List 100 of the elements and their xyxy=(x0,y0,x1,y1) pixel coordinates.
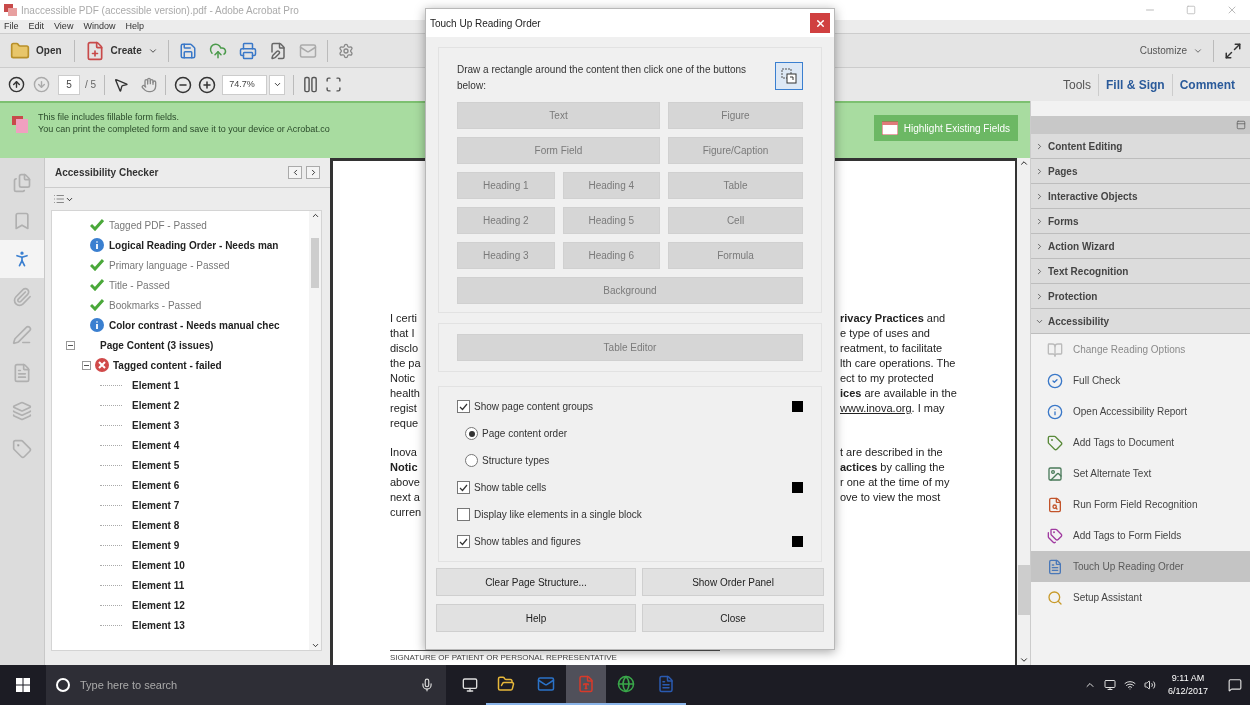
scrollbar-thumb[interactable] xyxy=(311,238,319,288)
tree-item[interactable]: Element 7 xyxy=(132,497,180,513)
tree-item[interactable]: Element 5 xyxy=(132,457,180,473)
scroll-mode-icon[interactable] xyxy=(302,76,320,93)
scrollbar[interactable] xyxy=(309,211,321,650)
task-view-icon[interactable] xyxy=(462,677,478,693)
checkbox[interactable] xyxy=(457,481,470,494)
tree-item[interactable]: Title - Passed xyxy=(109,277,170,293)
menu-item[interactable]: File xyxy=(4,19,19,34)
task-item[interactable]: Set Alternate Text xyxy=(1031,458,1250,489)
print-icon[interactable] xyxy=(238,41,257,60)
clock-time[interactable]: 9:11 AM xyxy=(1171,671,1205,685)
dialog-button[interactable]: Clear Page Structure... xyxy=(436,568,636,596)
tree-item[interactable]: Primary language - Passed xyxy=(109,257,230,273)
arrow-up-icon[interactable] xyxy=(8,76,25,93)
section-header[interactable]: Protection xyxy=(1031,284,1250,309)
wifi-icon[interactable] xyxy=(1123,679,1136,691)
section-header[interactable]: Content Editing xyxy=(1031,134,1250,159)
scroll-down-icon[interactable] xyxy=(1018,655,1029,665)
section-header[interactable]: Forms xyxy=(1031,209,1250,234)
tree-item[interactable]: Element 11 xyxy=(132,577,185,593)
section-header[interactable]: Text Recognition xyxy=(1031,259,1250,284)
scroll-down-icon[interactable] xyxy=(310,641,320,650)
section-header[interactable]: Interactive Objects xyxy=(1031,184,1250,209)
menu-item[interactable]: Edit xyxy=(28,19,45,34)
cursor-icon[interactable] xyxy=(113,76,130,93)
tree-item[interactable]: Element 2 xyxy=(132,397,180,413)
cloud-icon[interactable] xyxy=(208,41,227,60)
network-icon[interactable] xyxy=(1103,679,1116,691)
expander-icon[interactable] xyxy=(66,340,75,350)
tree-item[interactable]: Element 10 xyxy=(132,557,185,573)
options-menu-button[interactable] xyxy=(53,193,74,205)
tree-item[interactable]: Color contrast - Needs manual chec xyxy=(109,317,280,333)
dialog-button[interactable]: Help xyxy=(436,604,636,632)
task-item[interactable]: Setup Assistant xyxy=(1031,582,1250,613)
collapse-button[interactable] xyxy=(288,166,302,179)
tree-item[interactable]: Element 8 xyxy=(132,517,180,533)
panel-options-icon[interactable] xyxy=(1236,120,1246,130)
speaker-icon[interactable] xyxy=(1143,679,1156,691)
tree-item[interactable]: Page Content (3 issues) xyxy=(100,337,214,353)
color-swatch[interactable] xyxy=(792,536,803,547)
page-number-field[interactable]: 5 xyxy=(58,74,80,95)
person-tab[interactable] xyxy=(0,240,44,278)
menu-item[interactable]: Window xyxy=(83,19,116,34)
document-link[interactable]: www.inova.org xyxy=(840,401,912,416)
menu-item[interactable]: View xyxy=(54,19,74,34)
tree-item[interactable]: Element 12 xyxy=(132,597,185,613)
notifications-icon[interactable] xyxy=(1228,678,1242,692)
expand-button[interactable] xyxy=(306,166,320,179)
expander-icon[interactable] xyxy=(82,360,91,370)
scrollbar[interactable] xyxy=(1015,158,1030,665)
checkbox[interactable] xyxy=(457,535,470,548)
tree-item[interactable]: Element 9 xyxy=(132,537,180,553)
scrollbar-thumb[interactable] xyxy=(1017,565,1030,615)
zoom-field[interactable]: 74.7% xyxy=(222,74,268,95)
checkbox[interactable] xyxy=(457,400,470,413)
search-field[interactable]: Type here to search xyxy=(46,665,446,705)
tree-item[interactable]: Element 3 xyxy=(132,417,180,433)
dialog-button[interactable]: Show Order Panel xyxy=(642,568,824,596)
settings-icon[interactable] xyxy=(337,42,354,59)
tree-item[interactable]: Element 13 xyxy=(132,617,185,633)
tree-item[interactable]: Element 4 xyxy=(132,437,180,453)
microphone-icon[interactable] xyxy=(420,678,434,692)
dialog-button[interactable]: Close xyxy=(642,604,824,632)
tool-tab[interactable]: Tools xyxy=(1055,75,1098,94)
tree-item[interactable]: Tagged PDF - Passed xyxy=(109,217,207,233)
task-item[interactable]: Add Tags to Form Fields xyxy=(1031,520,1250,551)
tree-item[interactable]: Element 1 xyxy=(132,377,180,393)
section-header[interactable]: Pages xyxy=(1031,159,1250,184)
tree-item[interactable]: Logical Reading Order - Needs man xyxy=(109,237,279,253)
customize-button[interactable]: Customize xyxy=(1139,43,1203,58)
section-header[interactable]: Action Wizard xyxy=(1031,234,1250,259)
close-button[interactable] xyxy=(810,13,830,33)
select-area-button[interactable] xyxy=(775,62,803,90)
task-item[interactable]: Add Tags to Document xyxy=(1031,427,1250,458)
expand-icon[interactable] xyxy=(1224,41,1242,60)
scroll-up-icon[interactable] xyxy=(1018,158,1029,168)
fit-page-icon[interactable] xyxy=(325,76,343,93)
task-item[interactable]: Open Accessibility Report xyxy=(1031,396,1250,427)
color-swatch[interactable] xyxy=(792,401,803,412)
tree-item[interactable]: Tagged content - failed xyxy=(113,357,222,373)
save-icon[interactable] xyxy=(178,41,197,60)
menu-item[interactable]: Help xyxy=(125,19,144,34)
document-edit-icon[interactable] xyxy=(268,41,287,60)
zoom-out-icon[interactable] xyxy=(174,75,193,94)
tool-tab[interactable]: Fill & Sign xyxy=(1099,75,1172,94)
clock-date[interactable]: 6/12/2017 xyxy=(1167,685,1208,699)
color-swatch[interactable] xyxy=(792,482,803,493)
zoom-in-icon[interactable] xyxy=(198,75,217,94)
section-header[interactable]: Accessibility xyxy=(1031,309,1250,334)
task-item[interactable]: Full Check xyxy=(1031,365,1250,396)
radio-button[interactable] xyxy=(465,454,478,467)
radio-button[interactable] xyxy=(465,427,478,440)
task-item[interactable]: Touch Up Reading Order xyxy=(1031,551,1250,582)
tree-item[interactable]: Element 6 xyxy=(132,477,180,493)
open-button[interactable]: Open xyxy=(8,40,64,61)
tree-item[interactable]: Bookmarks - Passed xyxy=(109,297,202,313)
tool-tab[interactable]: Comment xyxy=(1172,75,1242,94)
hand-icon[interactable] xyxy=(141,76,158,93)
create-button[interactable]: Create xyxy=(84,40,158,61)
